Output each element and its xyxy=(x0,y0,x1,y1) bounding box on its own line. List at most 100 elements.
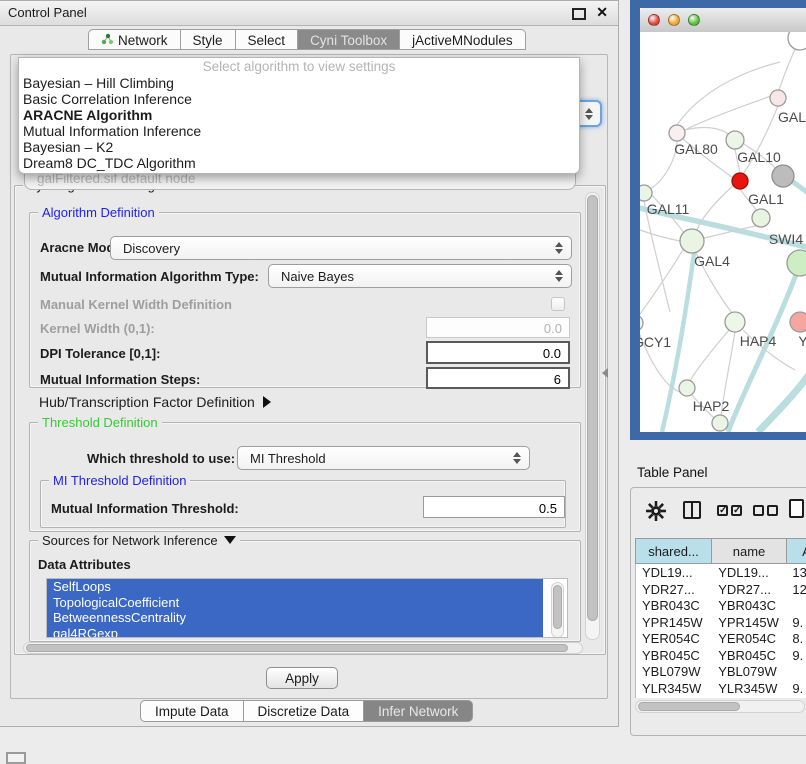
column-header-1[interactable]: shared... xyxy=(635,538,712,564)
tab-style[interactable]: Style xyxy=(181,29,236,50)
control-panel-title: Control Panel xyxy=(8,5,87,20)
zoom-traffic-light[interactable] xyxy=(688,14,700,26)
which-threshold-combo[interactable]: MI Threshold xyxy=(237,446,530,470)
document-icon[interactable] xyxy=(789,499,804,518)
gear-icon[interactable] xyxy=(645,500,667,525)
manual-kernel-checkbox[interactable] xyxy=(551,297,565,311)
network-node-gal80[interactable] xyxy=(669,125,685,141)
attribute-item[interactable]: BetweennessCentrality xyxy=(47,610,543,626)
attributes-vscrollbar[interactable] xyxy=(551,582,564,638)
network-node-label: GAL xyxy=(778,109,806,125)
network-node-gal4[interactable] xyxy=(680,229,704,253)
attribute-item[interactable]: gal4RGexp xyxy=(47,626,543,639)
network-node[interactable] xyxy=(772,165,794,187)
tab-select[interactable]: Select xyxy=(236,29,299,50)
network-node[interactable] xyxy=(712,415,728,431)
table-row[interactable]: YIL052CYIL052C9 xyxy=(636,696,806,698)
table-cell: YBR045C xyxy=(636,647,712,664)
checked-boxes-icon[interactable]: ✓ xyxy=(731,505,742,516)
dropdown-item[interactable]: Mutual Information Inference xyxy=(19,123,579,139)
table-cell: YDR27... xyxy=(636,581,712,598)
column-header-2[interactable]: name xyxy=(712,538,787,564)
table-cell: YPR145W xyxy=(636,614,712,631)
table-row[interactable]: YDL19...YDL19...13 xyxy=(636,564,806,581)
screen: { "control_panel": { "title": "Control P… xyxy=(0,0,806,762)
network-canvas[interactable]: GALGAL80GAL10GAL11GAL1SWI4GAL4GCY1HAP4YH… xyxy=(640,32,806,432)
table-cell: YIL052C xyxy=(636,696,712,698)
network-node-swi4[interactable] xyxy=(787,250,806,276)
table-row[interactable]: YBR045CYBR045C9. xyxy=(636,647,806,664)
attribute-item[interactable]: SelfLoops xyxy=(47,579,543,595)
table-cell: YBR043C xyxy=(712,597,786,614)
network-node[interactable] xyxy=(788,32,806,50)
network-node[interactable] xyxy=(732,173,748,189)
network-node-gal11[interactable] xyxy=(640,185,652,201)
unchecked-boxes-icon[interactable] xyxy=(753,505,764,516)
network-node-gcy1[interactable] xyxy=(640,315,643,331)
network-node-label: GAL11 xyxy=(647,201,690,217)
network-node-hap2[interactable] xyxy=(679,380,695,396)
aracne-mode-combo[interactable]: Discovery xyxy=(110,236,572,260)
table-cell: 8. xyxy=(786,630,806,647)
table-row[interactable]: YER054CYER054C8. xyxy=(636,630,806,647)
sources-group-title[interactable]: Sources for Network Inference xyxy=(38,533,240,548)
mi-steps-field[interactable] xyxy=(426,367,570,389)
hub-definition-label: Hub/Transcription Factor Definition xyxy=(39,394,255,410)
mi-type-label: Mutual Information Algorithm Type: xyxy=(40,269,259,284)
column-header-3[interactable]: A xyxy=(787,538,806,564)
control-panel-titlebar: Control Panel ✕ xyxy=(0,1,618,26)
settings-hscrollbar[interactable] xyxy=(23,642,583,654)
network-node-gal[interactable] xyxy=(770,90,786,106)
split-view-icon[interactable] xyxy=(683,501,701,519)
network-node-label: GAL1 xyxy=(748,191,784,207)
dpi-tolerance-field[interactable] xyxy=(426,341,570,364)
table-row[interactable]: YPR145WYPR145W9. xyxy=(636,614,806,631)
table-row[interactable]: YBL079WYBL079W xyxy=(636,663,806,680)
table-cell: YIL052C xyxy=(712,696,786,698)
table-cell: YPR145W xyxy=(712,614,786,631)
mi-threshold-field[interactable] xyxy=(423,496,565,518)
settings-vscrollbar[interactable] xyxy=(585,192,600,640)
algorithm-definition-title: Algorithm Definition xyxy=(38,205,159,220)
table-hscrollbar[interactable] xyxy=(635,700,805,713)
network-window-titlebar[interactable] xyxy=(640,8,806,33)
tab-network[interactable]: Network xyxy=(88,29,181,50)
dropdown-item[interactable]: Bayesian – Hill Climbing xyxy=(19,75,579,91)
dropdown-item[interactable]: ARACNE Algorithm xyxy=(19,107,579,123)
table-row[interactable]: YDR27...YDR27...12 xyxy=(636,581,806,598)
dropdown-item[interactable]: Basic Correlation Inference xyxy=(19,91,579,107)
bottom-tab-impute-data[interactable]: Impute Data xyxy=(140,700,244,722)
table-row[interactable]: YBR043CYBR043C xyxy=(636,597,806,614)
apply-button[interactable]: Apply xyxy=(266,667,338,689)
bottom-tab-discretize-data[interactable]: Discretize Data xyxy=(244,700,365,722)
attribute-item[interactable]: TopologicalCoefficient xyxy=(47,595,543,611)
table-cell: 9. xyxy=(786,614,806,631)
network-node-hap4[interactable] xyxy=(725,312,745,332)
hub-definition-toggle[interactable]: Hub/Transcription Factor Definition xyxy=(39,394,271,410)
dropdown-item[interactable]: Dream8 DC_TDC Algorithm xyxy=(19,155,579,171)
tab-jactivemnodules[interactable]: jActiveMNodules xyxy=(400,29,526,50)
checked-boxes-icon[interactable]: ✓ xyxy=(717,505,728,516)
network-node-label: HAP4 xyxy=(740,333,777,349)
network-node-gal10[interactable] xyxy=(726,131,744,149)
close-traffic-light[interactable] xyxy=(648,14,660,26)
dropdown-item[interactable]: Bayesian – K2 xyxy=(19,139,579,155)
network-node-y[interactable] xyxy=(790,312,806,332)
combo-spinner-icon xyxy=(555,242,563,254)
close-icon[interactable]: ✕ xyxy=(596,4,608,21)
table-cell: YDL19... xyxy=(712,564,786,581)
minimize-traffic-light[interactable] xyxy=(668,14,680,26)
floating-panel-fragment[interactable] xyxy=(6,752,26,764)
tab-cyni-toolbox[interactable]: Cyni Toolbox xyxy=(298,29,400,50)
table-row[interactable]: YLR345WYLR345W9. xyxy=(636,680,806,697)
unchecked-boxes-icon[interactable] xyxy=(767,505,778,516)
network-node-gal1[interactable] xyxy=(752,209,770,227)
float-icon[interactable] xyxy=(572,8,586,20)
bottom-tab-infer-network[interactable]: Infer Network xyxy=(364,700,473,722)
table-cell: YBR043C xyxy=(636,597,712,614)
mi-type-combo[interactable]: Naive Bayes xyxy=(268,264,572,288)
kernel-width-field[interactable] xyxy=(426,317,570,338)
splitter-collapse-icon[interactable] xyxy=(602,368,608,378)
network-node-label: GAL80 xyxy=(674,141,718,157)
table-cell xyxy=(786,663,806,680)
